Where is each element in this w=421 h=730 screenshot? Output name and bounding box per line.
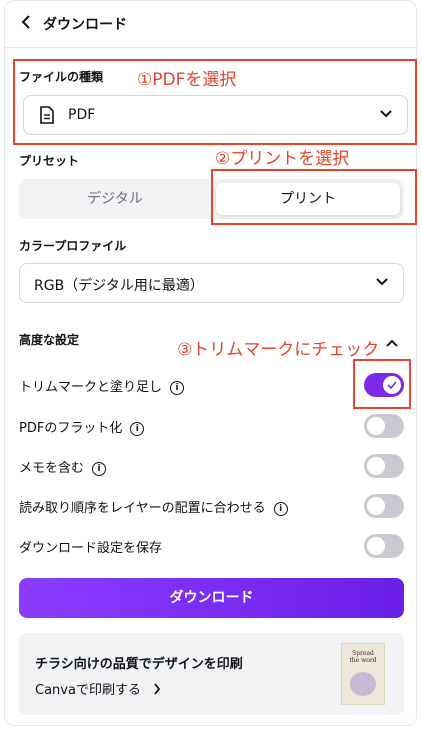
info-icon[interactable]: i	[92, 461, 107, 476]
option-reading-order: 読み取り順序をレイヤーの配置に合わせる i	[19, 494, 404, 518]
option-save-settings: ダウンロード設定を保存	[19, 534, 404, 558]
option-flatten-pdf: PDFのフラット化 i	[19, 414, 404, 438]
thumb-illustration	[350, 672, 376, 696]
option-label: ダウンロード設定を保存	[19, 541, 163, 556]
annotation-step1: ①PDFを選択	[137, 70, 237, 90]
thumb-text-2: the word	[349, 657, 377, 664]
flatten-pdf-toggle[interactable]	[364, 414, 404, 438]
panel-header: ダウンロード	[5, 1, 418, 48]
preset-option-digital[interactable]: デジタル	[19, 179, 211, 219]
download-button[interactable]: ダウンロード	[19, 578, 404, 618]
promo-link-label: Canvaで印刷する	[35, 683, 141, 698]
include-notes-toggle[interactable]	[364, 454, 404, 478]
toggle-knob	[367, 497, 385, 515]
advanced-settings-label: 高度な設定	[19, 333, 80, 347]
info-icon[interactable]: i	[273, 501, 288, 516]
toggle-knob	[367, 457, 385, 475]
annotation-box-print	[211, 169, 417, 225]
option-label: メモを含む	[19, 461, 85, 476]
option-label-wrap: PDFのフラット化 i	[19, 417, 145, 436]
download-panel: ダウンロード ファイルの種類 PDF プリセット デジタル プリント カラープロ…	[4, 0, 418, 726]
save-settings-toggle[interactable]	[364, 534, 404, 558]
color-profile-select[interactable]: RGB（デジタル用に最適）	[19, 263, 404, 303]
panel-title: ダウンロード	[43, 17, 127, 33]
chevron-down-icon	[375, 273, 389, 287]
thumb-text-1: Spread	[352, 650, 374, 657]
annotation-step2: ②プリントを選択	[215, 149, 350, 169]
promo-link[interactable]: Canvaで印刷する	[35, 679, 161, 699]
annotation-box-trim-toggle	[353, 359, 411, 409]
annotation-step3: ③トリムマークにチェック	[177, 340, 380, 360]
flyer-thumbnail: Spread the word	[341, 643, 385, 705]
toggle-knob	[367, 537, 385, 555]
color-profile-value: RGB（デジタル用に最適）	[34, 278, 204, 294]
option-label-wrap: メモを含む i	[19, 457, 107, 476]
toggle-knob	[367, 417, 385, 435]
reading-order-toggle[interactable]	[364, 494, 404, 518]
info-icon[interactable]: i	[170, 380, 185, 395]
option-trim-marks: トリムマークと塗り足し i	[19, 373, 404, 397]
promo-title: チラシ向けの品質でデザインを印刷	[35, 657, 243, 672]
chevron-left-icon[interactable]	[21, 13, 33, 34]
preset-label: プリセット	[19, 154, 80, 168]
option-label: 読み取り順序をレイヤーの配置に合わせる	[19, 501, 266, 516]
chevron-right-icon	[153, 682, 161, 699]
color-profile-label: カラープロファイル	[19, 239, 127, 253]
info-icon[interactable]: i	[130, 421, 145, 436]
print-promo-card[interactable]: チラシ向けの品質でデザインを印刷 Canvaで印刷する Spread the w…	[19, 633, 404, 715]
option-label-wrap: トリムマークと塗り足し i	[19, 376, 185, 395]
chevron-up-icon[interactable]	[385, 333, 399, 352]
option-label-wrap: 読み取り順序をレイヤーの配置に合わせる i	[19, 497, 288, 516]
option-label: トリムマークと塗り足し	[19, 380, 163, 395]
option-label: PDFのフラット化	[19, 421, 123, 436]
option-include-notes: メモを含む i	[19, 454, 404, 478]
